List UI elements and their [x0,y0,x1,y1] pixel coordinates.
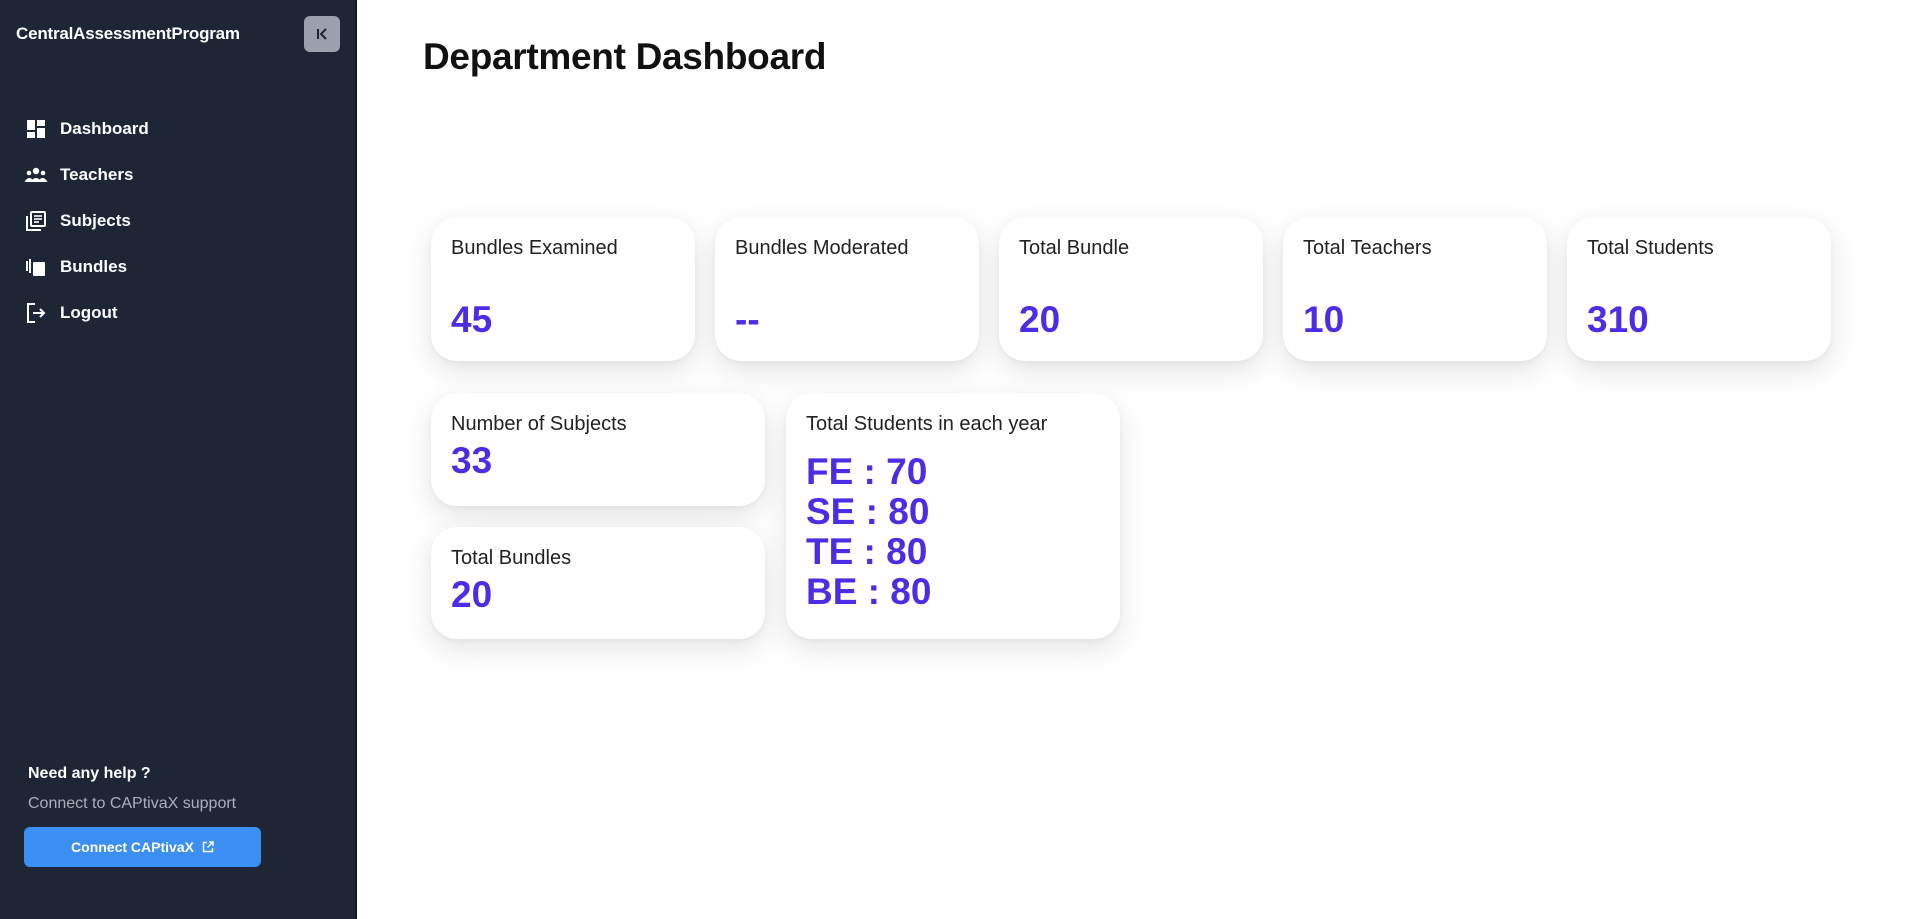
year-count-fe: FE : 70 [806,451,928,492]
stat-card-bundles-examined: Bundles Examined 45 [431,217,695,361]
stat-label: Total Bundle [1019,237,1130,259]
stat-value: 310 [1587,299,1649,340]
stat-card-total-students: Total Students 310 [1567,217,1831,361]
sidebar-item-label: Dashboard [60,119,149,138]
stat-value: 10 [1303,299,1345,340]
sidebar-item-bundles[interactable]: Bundles [0,244,355,290]
sidebar-item-teachers[interactable]: Teachers [0,152,355,198]
card-value: 20 [451,574,493,615]
sidebar-item-subjects[interactable]: Subjects [0,198,355,244]
sidebar-nav: Dashboard Teachers Subjects Bundles Logo… [0,106,355,336]
dashboard-icon [24,117,48,141]
logout-icon [24,301,48,325]
app-root: CentralAssessmentProgram Dashboard Teach… [0,0,1920,919]
main-content: Department Dashboard Bundles Examined 45… [357,0,1920,919]
connect-support-button[interactable]: Connect CAPtivaX [24,827,261,867]
collapse-sidebar-button[interactable] [304,16,340,52]
card-label: Total Students in each year [806,413,1048,435]
sidebar-item-dashboard[interactable]: Dashboard [0,106,355,152]
external-link-icon [202,841,214,853]
stat-value: -- [735,299,760,340]
stat-value: 45 [451,299,493,340]
sidebar-item-label: Teachers [60,165,134,184]
sidebar-item-label: Logout [60,303,118,322]
people-icon [24,163,48,187]
stat-card-total-teachers: Total Teachers 10 [1283,217,1547,361]
year-list: FE : 70 SE : 80 TE : 80 BE : 80 [806,452,1100,612]
stat-label: Bundles Moderated [735,237,909,259]
card-value: 33 [451,440,493,481]
year-count-be: BE : 80 [806,571,932,612]
year-count-se: SE : 80 [806,491,930,532]
card-label: Number of Subjects [451,413,627,435]
help-subtitle: Connect to CAPtivaX support [28,795,237,812]
stat-label: Bundles Examined [451,237,618,259]
help-title: Need any help ? [28,765,151,782]
stat-label: Total Students [1587,237,1714,259]
year-count-te: TE : 80 [806,531,928,572]
sidebar-item-label: Subjects [60,211,131,230]
brand-name: CentralAssessmentProgram [16,24,240,43]
sidebar: CentralAssessmentProgram Dashboard Teach… [0,0,357,919]
stat-label: Total Teachers [1303,237,1432,259]
subjects-count-card: Number of Subjects 33 [431,393,765,506]
library-books-icon [24,209,48,233]
stat-card-bundles-moderated: Bundles Moderated -- [715,217,979,361]
students-per-year-card: Total Students in each year FE : 70 SE :… [786,393,1120,639]
help-section: Need any help ? Connect to CAPtivaX supp… [28,765,236,813]
collapse-icon [317,28,327,40]
connect-button-label: Connect CAPtivaX [71,839,194,855]
copies-icon [24,255,48,279]
card-label: Total Bundles [451,547,572,569]
stat-card-total-bundle: Total Bundle 20 [999,217,1263,361]
stat-value: 20 [1019,299,1061,340]
page-title: Department Dashboard [423,36,827,77]
sidebar-item-logout[interactable]: Logout [0,290,355,336]
total-bundles-card: Total Bundles 20 [431,527,765,639]
sidebar-item-label: Bundles [60,257,128,276]
